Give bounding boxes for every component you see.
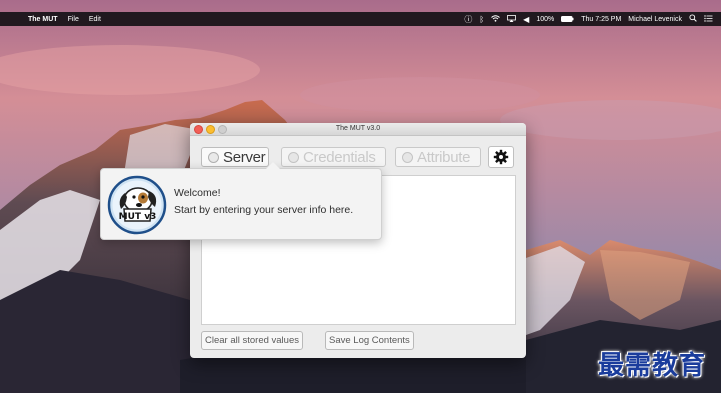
desktop: The MUT File Edit ⓘ ᛒ ◀ 100% Thu 7:25 PM…	[0, 0, 721, 393]
volume-icon[interactable]: ◀	[523, 15, 529, 24]
menu-bar: The MUT File Edit ⓘ ᛒ ◀ 100% Thu 7:25 PM…	[0, 12, 721, 26]
close-button[interactable]	[194, 125, 203, 134]
welcome-title: Welcome!	[174, 187, 221, 199]
menu-file[interactable]: File	[68, 16, 79, 23]
welcome-message: Welcome! Start by entering your server i…	[174, 185, 353, 219]
tab-label: Credentials	[303, 148, 376, 166]
radio-icon	[208, 151, 219, 163]
watermark-text: 最需教育	[598, 351, 707, 381]
battery-percent: 100%	[536, 15, 555, 23]
tab-attribute[interactable]: Attribute	[395, 147, 481, 167]
wifi-icon[interactable]	[491, 14, 500, 24]
zoom-button[interactable]	[218, 125, 227, 134]
minimize-button[interactable]	[206, 125, 215, 134]
airplay-icon[interactable]	[507, 14, 517, 24]
mut-dog-logo: MUT v3	[107, 175, 167, 235]
mut-window: The MUT v3.0 Server Credentials Attribut…	[190, 123, 526, 358]
radio-icon	[402, 151, 413, 163]
tab-credentials[interactable]: Credentials	[281, 147, 386, 167]
bluetooth-icon[interactable]: ᛒ	[479, 15, 484, 24]
welcome-popover: MUT v3 Welcome! Start by entering your s…	[100, 162, 382, 240]
info-icon[interactable]: ⓘ	[464, 14, 472, 25]
window-title: The MUT v3.0	[335, 125, 381, 132]
menu-extras: ⓘ ᛒ ◀ 100% Thu 7:25 PM Michael Levenick	[464, 14, 713, 25]
menu-app-name[interactable]: The MUT	[28, 16, 58, 23]
menu-edit[interactable]: Edit	[89, 16, 101, 23]
tab-label: Server	[223, 148, 266, 166]
radio-icon	[288, 151, 299, 163]
spotlight-icon[interactable]	[689, 14, 697, 24]
clock[interactable]: Thu 7:25 PM	[581, 16, 621, 23]
traffic-lights	[194, 125, 227, 134]
welcome-instruction: Start by entering your server info here.	[174, 204, 354, 216]
battery-icon[interactable]	[561, 15, 574, 24]
window-titlebar[interactable]: The MUT v3.0	[190, 123, 526, 136]
logo-text: MUT v3	[119, 212, 157, 222]
tab-label: Attribute	[417, 148, 471, 166]
popover-arrow	[266, 162, 280, 169]
notification-center-icon[interactable]	[704, 14, 713, 24]
tab-server[interactable]: Server	[201, 147, 269, 167]
gear-icon	[493, 149, 509, 165]
clear-stored-values-button[interactable]: Clear all stored values	[201, 331, 303, 350]
user-name[interactable]: Michael Levenick	[628, 16, 682, 23]
save-log-button[interactable]: Save Log Contents	[325, 331, 414, 350]
settings-button[interactable]	[488, 146, 514, 168]
